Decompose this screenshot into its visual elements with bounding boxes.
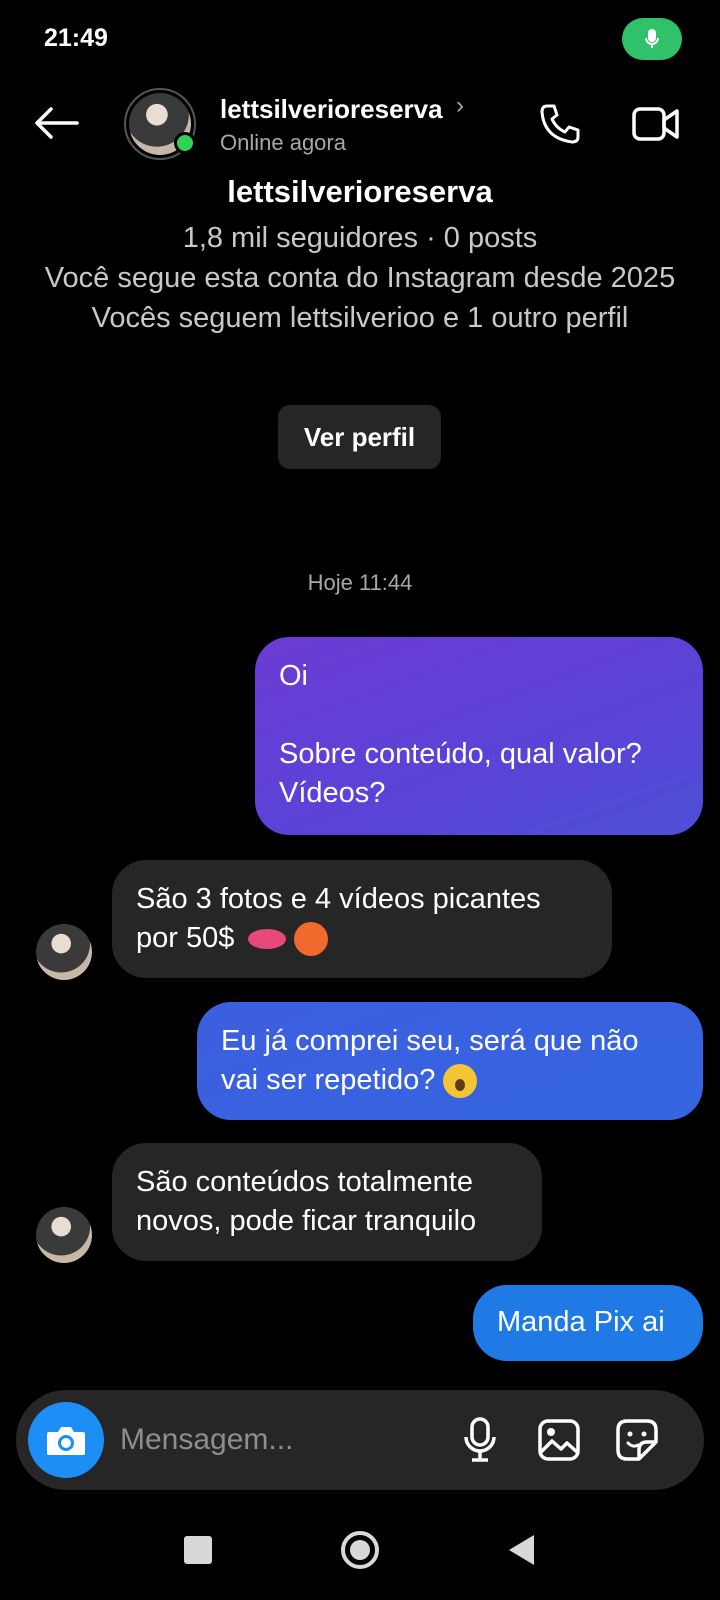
profile-name: lettsilverioreserva xyxy=(227,174,493,209)
chevron-right-icon[interactable]: › xyxy=(456,92,464,120)
astonished-emoji-icon xyxy=(443,1064,478,1099)
header-username[interactable]: lettsilverioreserva xyxy=(220,94,443,125)
mic-active-indicator xyxy=(622,18,682,60)
message-input[interactable] xyxy=(120,1418,420,1462)
voice-message-button[interactable] xyxy=(452,1412,508,1468)
header-avatar[interactable] xyxy=(124,88,196,160)
message-composer xyxy=(16,1390,704,1490)
message-bubble-outgoing[interactable]: Manda Pix ai xyxy=(473,1285,703,1361)
profile-stats: 1,8 mil seguidores · 0 posts xyxy=(182,222,538,254)
message-text: São conteúdos totalmente xyxy=(136,1166,473,1198)
microphone-icon xyxy=(645,29,659,48)
back-button[interactable] xyxy=(28,98,84,148)
camera-icon xyxy=(47,1427,85,1455)
profile-follow-since: Você segue esta conta do Instagram desde… xyxy=(44,262,676,294)
profile-mutual-follows: Vocês seguem lettsilverioo e 1 outro per… xyxy=(91,302,629,334)
status-bar: 21:49 xyxy=(0,0,720,80)
phone-icon xyxy=(540,104,580,144)
sender-avatar[interactable] xyxy=(36,924,92,980)
sticker-button[interactable] xyxy=(609,1412,665,1468)
message-text: Manda Pix ai xyxy=(497,1306,665,1338)
sender-avatar[interactable] xyxy=(36,1207,92,1263)
video-camera-icon xyxy=(632,107,679,141)
message-bubble-incoming[interactable]: São 3 fotos e 4 vídeos picantes por 50$ xyxy=(112,860,612,978)
gallery-button[interactable] xyxy=(531,1412,587,1468)
back-nav-button[interactable] xyxy=(494,1522,550,1578)
message-text: Eu já comprei seu, será que não xyxy=(221,1025,639,1057)
online-indicator xyxy=(174,132,196,154)
message-text: Vídeos? xyxy=(279,777,386,809)
profile-intro: lettsilverioreserva 1,8 mil seguidores ·… xyxy=(0,170,720,338)
view-profile-button[interactable]: Ver perfil xyxy=(278,405,441,469)
circle-icon xyxy=(341,1531,379,1569)
square-icon xyxy=(184,1536,212,1564)
message-bubble-outgoing[interactable]: Eu já comprei seu, será que não vai ser … xyxy=(197,1002,703,1120)
hot-face-emoji-icon xyxy=(294,922,329,957)
online-status: Online agora xyxy=(220,130,346,155)
message-text: por 50$ xyxy=(136,922,235,954)
system-navigation-bar xyxy=(0,1500,720,1600)
message-text: Sobre conteúdo, qual valor? xyxy=(279,738,642,770)
arrow-left-icon xyxy=(35,107,79,139)
triangle-back-icon xyxy=(509,1535,534,1565)
message-text: novos, pode ficar tranquilo xyxy=(136,1205,477,1237)
message-text: São 3 fotos e 4 vídeos picantes xyxy=(136,883,541,915)
message-bubble-outgoing[interactable]: Oi Sobre conteúdo, qual valor? Vídeos? xyxy=(255,637,703,835)
camera-button[interactable] xyxy=(28,1402,104,1478)
status-time: 21:49 xyxy=(44,24,108,52)
microphone-icon xyxy=(464,1417,496,1462)
audio-call-button[interactable] xyxy=(532,96,588,152)
message-bubble-incoming[interactable]: São conteúdos totalmente novos, pode fic… xyxy=(112,1143,542,1261)
message-text: Oi xyxy=(279,660,308,692)
image-icon xyxy=(538,1419,580,1461)
home-button[interactable] xyxy=(332,1522,388,1578)
lips-emoji-icon xyxy=(248,929,287,950)
video-call-button[interactable] xyxy=(626,96,686,152)
sticker-icon xyxy=(616,1419,658,1461)
recents-button[interactable] xyxy=(170,1522,226,1578)
message-timestamp: Hoje 11:44 xyxy=(307,570,413,595)
message-text: vai ser repetido? xyxy=(221,1064,436,1096)
chat-header: lettsilverioreserva › Online agora xyxy=(0,80,720,170)
